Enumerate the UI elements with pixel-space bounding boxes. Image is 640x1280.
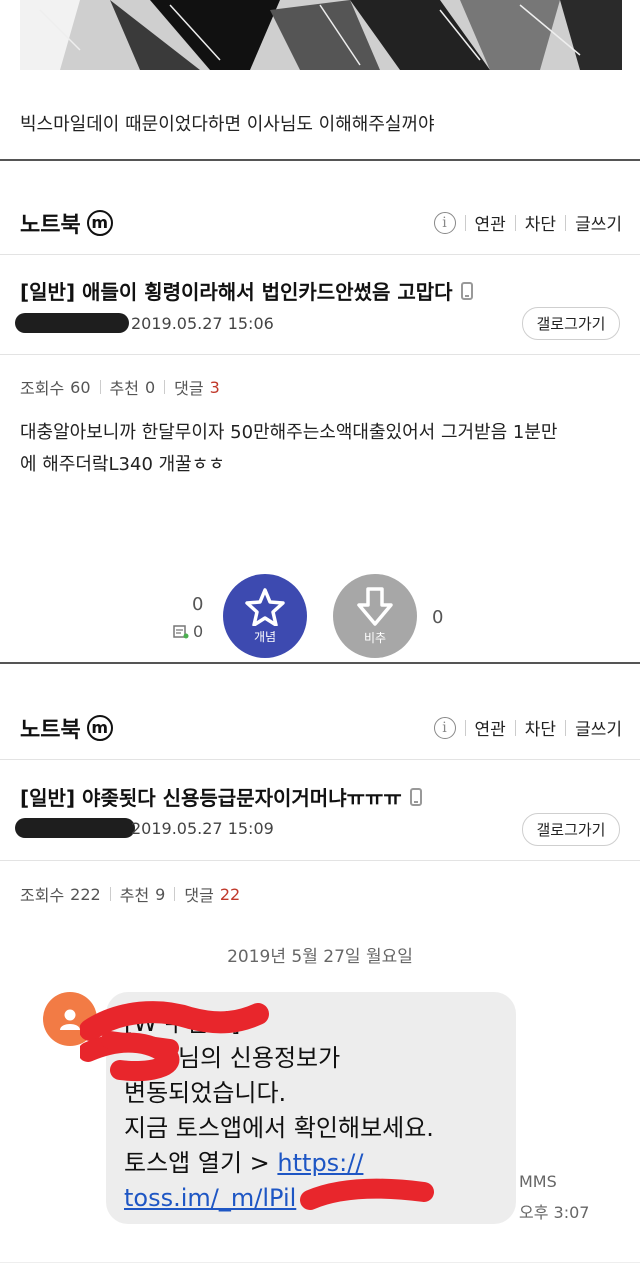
related-link[interactable]: 연관 — [475, 715, 506, 740]
mobile-phone-icon — [460, 281, 473, 300]
up-vote-count: 0 — [192, 594, 204, 615]
post-title[interactable]: [일반] 애들이 횡령이라해서 법인카드안썼음 고맙다 — [20, 276, 473, 305]
sms-line: [W 수발신] — [124, 1009, 241, 1037]
sms-link-2[interactable]: toss.im/_m/lPil — [124, 1184, 296, 1212]
fixed-vote-count: 0 — [193, 622, 204, 641]
info-icon[interactable]: i — [433, 716, 456, 739]
downvote-button[interactable]: 비추 — [333, 574, 417, 658]
gallery-log-button[interactable]: 갤로그가기 — [522, 307, 620, 340]
mobile-phone-icon — [409, 787, 422, 806]
post-title[interactable]: [일반] 야좆됫다 신용등급문자이거머냐ㅠㅠㅠ — [20, 782, 422, 811]
section-divider — [0, 662, 640, 664]
down-arrow-icon — [357, 586, 393, 626]
gallery-menu: i 연관 차단 글쓰기 — [433, 210, 622, 235]
block-link[interactable]: 차단 — [525, 210, 556, 235]
upvote-label: 개념 — [253, 629, 277, 644]
divider — [0, 759, 640, 760]
sms-time: 오후 3:07 — [519, 1203, 590, 1222]
comments-count[interactable]: 22 — [220, 885, 240, 904]
sms-date-header: 2019년 5월 27일 월요일 — [227, 947, 413, 967]
divider — [0, 1262, 640, 1263]
upvote-button[interactable]: 개념 — [223, 574, 307, 658]
related-link[interactable]: 연관 — [475, 210, 506, 235]
fixed-vote: 0 — [173, 622, 203, 641]
star-icon — [245, 587, 285, 626]
block-link[interactable]: 차단 — [525, 715, 556, 740]
divider — [0, 860, 640, 861]
section-divider — [0, 159, 640, 161]
down-vote-count: 0 — [432, 607, 444, 628]
gallery-log-button[interactable]: 갤로그가기 — [522, 813, 620, 846]
comments-label[interactable]: 댓글 — [174, 375, 203, 399]
write-link[interactable]: 글쓰기 — [575, 715, 622, 740]
recommend-count: 9 — [155, 884, 166, 904]
write-link[interactable]: 글쓰기 — [575, 210, 622, 235]
gallery-name-label: 노트북 — [20, 718, 81, 743]
comments-label[interactable]: 댓글 — [184, 882, 213, 906]
person-icon — [60, 1009, 80, 1030]
post-stats: 조회수 222 추천 9 댓글 22 — [20, 882, 240, 906]
gallery-name-label: 노트북 — [20, 213, 81, 238]
divider — [0, 254, 640, 255]
post-stats: 조회수 60 추천 0 댓글 3 — [20, 375, 220, 399]
sms-line-with-link: 토스앱 열기 > https:// — [124, 1146, 498, 1181]
mobile-gallery-badge: m — [86, 715, 113, 741]
post-date: 2019.05.27 15:09 — [131, 819, 274, 838]
downvote-label: 비추 — [363, 630, 387, 645]
gallery-name[interactable]: 노트북 m — [20, 712, 113, 744]
sms-type: MMS — [519, 1172, 557, 1191]
post-date: 2019.05.27 15:06 — [131, 314, 274, 333]
post-caption: 빅스마일데이 때문이었다하면 이사님도 이해해주실꺼야 — [20, 114, 435, 135]
gallery-menu: i 연관 차단 글쓰기 — [433, 715, 622, 740]
views-count: 222 — [70, 884, 101, 904]
mobile-gallery-badge: m — [86, 210, 113, 236]
comments-count[interactable]: 3 — [210, 378, 220, 397]
sms-message-bubble: [W 수발신] 님의 신용정보가 변동되었습니다. 지금 토스앱에서 확인해보세… — [106, 992, 516, 1224]
recommend-label: 추천 — [109, 379, 139, 398]
author-redaction — [15, 818, 135, 838]
views-label: 조회수 — [20, 379, 65, 398]
sms-link-prefix: 토스앱 열기 > — [124, 1149, 278, 1177]
post-title-text: [일반] 야좆됫다 신용등급문자이거머냐ㅠㅠㅠ — [20, 786, 402, 810]
views-count: 60 — [70, 377, 91, 397]
post-title-text: [일반] 애들이 횡령이라해서 법인카드안썼음 고맙다 — [20, 280, 453, 304]
sms-link-1[interactable]: https:// — [277, 1149, 363, 1177]
sms-line: 지금 토스앱에서 확인해보세요. — [124, 1114, 434, 1142]
post-body-line: 대충알아보니까 한달무이자 50만해주는소액대출있어서 그거받음 1분만 — [20, 422, 558, 443]
info-icon[interactable]: i — [433, 211, 456, 234]
post-body-line: 에 해주더랔L340 개꿀ㅎㅎ — [20, 454, 225, 475]
sms-line: 님의 신용정보가 — [178, 1044, 341, 1072]
gallery-name[interactable]: 노트북 m — [20, 207, 113, 239]
views-label: 조회수 — [20, 886, 65, 905]
sms-line: 변동되었습니다. — [124, 1079, 287, 1107]
sender-avatar — [43, 992, 97, 1046]
post-image — [20, 0, 622, 70]
post-body: 대충알아보니까 한달무이자 50만해주는소액대출있어서 그거받음 1분만 에 해… — [20, 417, 624, 481]
recommend-label: 추천 — [119, 886, 150, 905]
fixed-nick-icon — [173, 624, 189, 638]
divider — [0, 354, 640, 355]
recommend-count: 0 — [144, 377, 156, 397]
author-redaction — [15, 313, 129, 333]
